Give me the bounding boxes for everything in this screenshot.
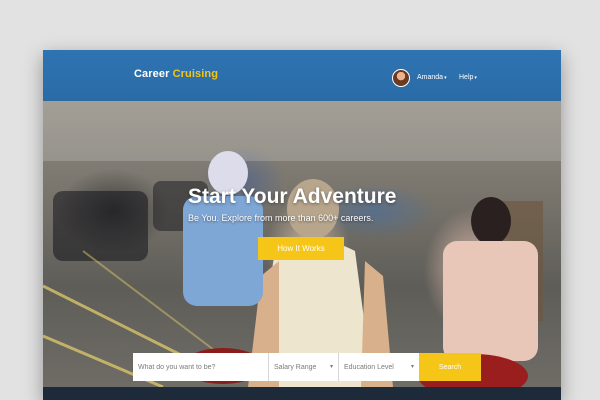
career-search-field[interactable] (133, 353, 269, 381)
search-button[interactable]: Search (419, 353, 481, 381)
chevron-down-icon: ▾ (410, 364, 414, 370)
chevron-down-icon: ▾ (444, 75, 447, 81)
hero-subtitle: Be You. Explore from more than 600+ care… (188, 213, 374, 223)
hero-banner: Start Your Adventure Be You. Explore fro… (43, 101, 561, 387)
website-page: Career Cruising Amanda▾ Help▾ Start Your… (43, 50, 561, 400)
top-navigation-bar: Career Cruising Amanda▾ Help▾ (43, 50, 561, 101)
chevron-down-icon: ▾ (474, 75, 477, 81)
education-level-select[interactable]: Education Level ▾ (339, 353, 419, 381)
salary-range-label: Salary Range (274, 363, 317, 371)
user-menu[interactable]: Amanda▾ (417, 74, 447, 81)
help-label: Help (459, 74, 474, 81)
user-name: Amanda (417, 74, 444, 81)
hero-title: Start Your Adventure (188, 185, 397, 208)
logo-accent-text: Cruising (172, 68, 219, 80)
career-search-input[interactable] (138, 353, 268, 381)
logo-primary-text: Career (134, 68, 170, 80)
salary-range-select[interactable]: Salary Range ▾ (269, 353, 339, 381)
chevron-down-icon: ▾ (329, 364, 333, 370)
how-it-works-button[interactable]: How It Works (258, 237, 344, 260)
education-level-label: Education Level (344, 363, 394, 371)
avatar[interactable] (392, 69, 410, 87)
help-menu[interactable]: Help▾ (459, 74, 477, 81)
career-search-bar: Salary Range ▾ Education Level ▾ Search (133, 353, 481, 381)
logo[interactable]: Career Cruising (134, 68, 218, 80)
